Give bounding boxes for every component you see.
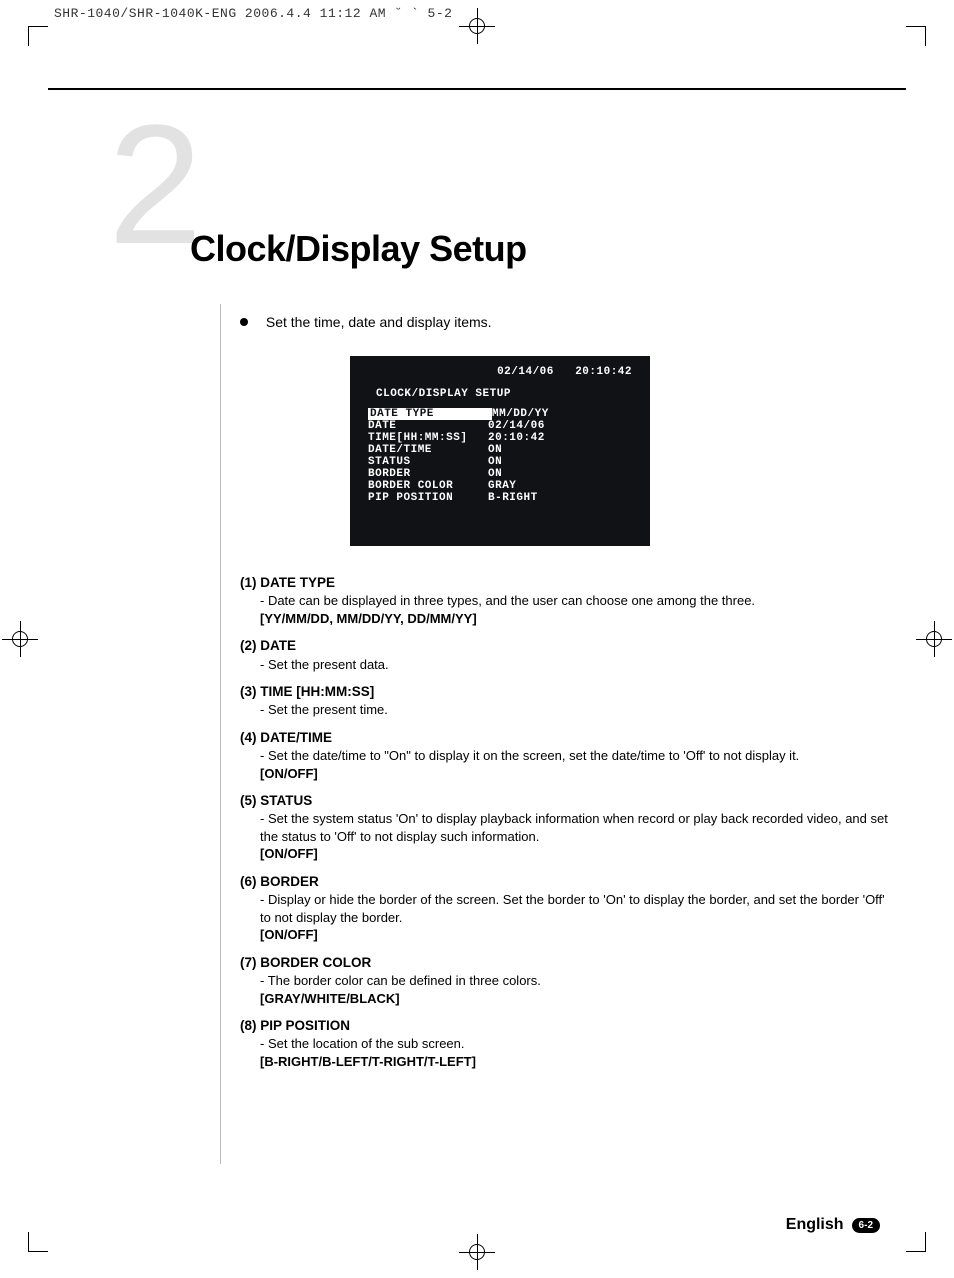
osd-row: DATE TYPEMM/DD/YY	[368, 408, 632, 420]
crop-mark-br	[906, 1232, 926, 1252]
osd-row: BORDER COLORGRAY	[368, 480, 632, 492]
registration-mark-left	[2, 621, 38, 657]
item-options: [B-RIGHT/B-LEFT/T-RIGHT/T-LEFT]	[260, 1053, 894, 1071]
item-body: - Set the date/time to "On" to display i…	[260, 747, 894, 765]
registration-mark-top	[459, 8, 495, 44]
osd-row-value: ON	[488, 456, 502, 468]
osd-row-value: MM/DD/YY	[492, 408, 549, 420]
osd-row-label: PIP POSITION	[368, 492, 488, 504]
osd-header-date: 02/14/06	[497, 366, 554, 378]
item-body: - Set the system status 'On' to display …	[260, 810, 894, 845]
osd-row: TIME[HH:MM:SS]20:10:42	[368, 432, 632, 444]
chapter-number: 2	[108, 100, 203, 270]
osd-row-label: DATE TYPE	[368, 408, 492, 420]
osd-row-value: ON	[488, 444, 502, 456]
osd-row-label: STATUS	[368, 456, 488, 468]
osd-row-value: GRAY	[488, 480, 516, 492]
osd-row-label: DATE/TIME	[368, 444, 488, 456]
print-header: SHR-1040/SHR-1040K-ENG 2006.4.4 11:12 AM…	[54, 6, 452, 21]
footer-language: English	[786, 1216, 844, 1234]
osd-row-label: BORDER COLOR	[368, 480, 488, 492]
osd-header-time: 20:10:42	[575, 366, 632, 378]
description-item: (4) DATE/TIME- Set the date/time to "On"…	[240, 729, 894, 782]
registration-mark-right	[916, 621, 952, 657]
item-options: [ON/OFF]	[260, 926, 894, 944]
footer-page-badge: 6-2	[852, 1218, 880, 1233]
guide-vertical-line	[220, 304, 221, 1164]
osd-row: DATE/TIMEON	[368, 444, 632, 456]
item-body: - Display or hide the border of the scre…	[260, 891, 894, 926]
intro-text: Set the time, date and display items.	[266, 314, 492, 330]
chapter-title: Clock/Display Setup	[190, 228, 527, 270]
osd-row-label: BORDER	[368, 468, 488, 480]
item-heading: (5) STATUS	[240, 792, 894, 810]
item-body: - Date can be displayed in three types, …	[260, 592, 894, 610]
osd-row-label: TIME[HH:MM:SS]	[368, 432, 488, 444]
page-footer: English 6-2	[786, 1216, 880, 1234]
osd-rows: DATE TYPEMM/DD/YYDATE02/14/06TIME[HH:MM:…	[368, 408, 632, 504]
crop-mark-bl	[28, 1232, 48, 1252]
item-options: [ON/OFF]	[260, 765, 894, 783]
item-heading: (1) DATE TYPE	[240, 574, 894, 592]
item-body: - The border color can be defined in thr…	[260, 972, 894, 990]
crop-mark-tl	[28, 26, 48, 46]
item-heading: (7) BORDER COLOR	[240, 954, 894, 972]
item-options: [ON/OFF]	[260, 845, 894, 863]
description-item: (1) DATE TYPE- Date can be displayed in …	[240, 574, 894, 627]
item-options: [YY/MM/DD, MM/DD/YY, DD/MM/YY]	[260, 610, 894, 628]
osd-row-label: DATE	[368, 420, 488, 432]
osd-preview: 02/14/06 20:10:42 CLOCK/DISPLAY SETUP DA…	[350, 356, 650, 546]
bullet-icon	[240, 318, 248, 326]
description-item: (2) DATE- Set the present data.	[240, 637, 894, 673]
description-item: (5) STATUS- Set the system status 'On' t…	[240, 792, 894, 863]
osd-header: 02/14/06 20:10:42	[368, 366, 632, 378]
description-list: (1) DATE TYPE- Date can be displayed in …	[240, 574, 894, 1081]
osd-row-value: 20:10:42	[488, 432, 545, 444]
item-options: [GRAY/WHITE/BLACK]	[260, 990, 894, 1008]
crop-mark-tr	[906, 26, 926, 46]
item-body: - Set the location of the sub screen.	[260, 1035, 894, 1053]
description-item: (3) TIME [HH:MM:SS]- Set the present tim…	[240, 683, 894, 719]
osd-row-value: 02/14/06	[488, 420, 545, 432]
osd-row-value: B-RIGHT	[488, 492, 538, 504]
osd-row: DATE02/14/06	[368, 420, 632, 432]
osd-row: STATUSON	[368, 456, 632, 468]
item-heading: (2) DATE	[240, 637, 894, 655]
item-heading: (3) TIME [HH:MM:SS]	[240, 683, 894, 701]
osd-row: PIP POSITIONB-RIGHT	[368, 492, 632, 504]
registration-mark-bottom	[459, 1234, 495, 1270]
osd-row-value: ON	[488, 468, 502, 480]
item-heading: (6) BORDER	[240, 873, 894, 891]
intro-line: Set the time, date and display items.	[240, 314, 492, 330]
description-item: (6) BORDER- Display or hide the border o…	[240, 873, 894, 944]
description-item: (8) PIP POSITION- Set the location of th…	[240, 1017, 894, 1070]
osd-row: BORDERON	[368, 468, 632, 480]
item-body: - Set the present data.	[260, 656, 894, 674]
item-heading: (8) PIP POSITION	[240, 1017, 894, 1035]
item-heading: (4) DATE/TIME	[240, 729, 894, 747]
osd-title: CLOCK/DISPLAY SETUP	[376, 388, 632, 400]
item-body: - Set the present time.	[260, 701, 894, 719]
description-item: (7) BORDER COLOR- The border color can b…	[240, 954, 894, 1007]
